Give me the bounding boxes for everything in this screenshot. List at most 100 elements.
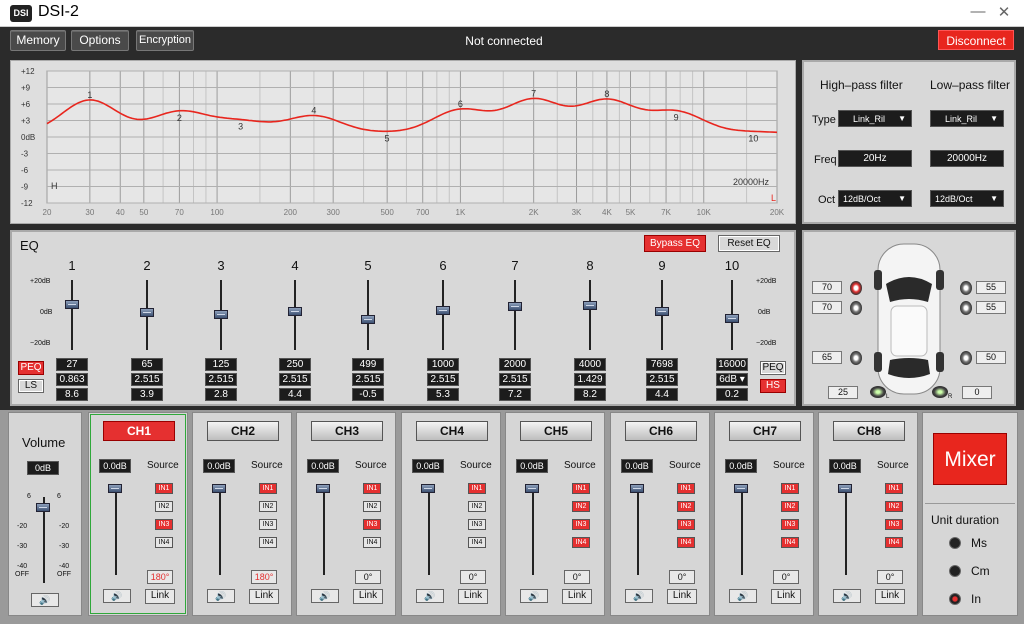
eq-band-q-field[interactable]: 2.515 (499, 373, 531, 386)
channel-gain-value[interactable]: 0.0dB (203, 459, 235, 473)
hp-type-select[interactable]: Link_Ril (838, 110, 912, 127)
eq-band-gain-slider[interactable] (436, 305, 450, 315)
input-in3-toggle[interactable]: IN3 (155, 519, 173, 530)
eq-band-gain-field[interactable]: 4.4 (279, 388, 311, 401)
volume-mute-icon[interactable]: 🔊 (31, 593, 59, 607)
eq-band-gain-slider[interactable] (508, 302, 522, 312)
input-in4-toggle[interactable]: IN4 (468, 537, 486, 548)
input-in2-toggle[interactable]: IN2 (363, 501, 381, 512)
channel-link-button[interactable]: Link (458, 589, 488, 604)
channel-gain-slider[interactable] (316, 484, 330, 493)
input-in4-toggle[interactable]: IN4 (155, 537, 173, 548)
channel-link-button[interactable]: Link (875, 589, 905, 604)
encryption-button[interactable]: Encryption (136, 30, 194, 51)
hp-freq-field[interactable]: 20Hz (838, 150, 912, 167)
input-in1-toggle[interactable]: IN1 (363, 483, 381, 494)
channel-mute-icon[interactable]: 🔊 (729, 589, 757, 603)
eq-band-q-field[interactable]: 2.515 (279, 373, 311, 386)
channel-gain-slider[interactable] (525, 484, 539, 493)
channel-gain-value[interactable]: 0.0dB (99, 459, 131, 473)
input-in1-toggle[interactable]: IN1 (781, 483, 799, 494)
input-in4-toggle[interactable]: IN4 (572, 537, 590, 548)
channel-mute-icon[interactable]: 🔊 (416, 589, 444, 603)
channel-mute-icon[interactable]: 🔊 (207, 589, 235, 603)
input-in3-toggle[interactable]: IN3 (363, 519, 381, 530)
eq-band-gain-slider[interactable] (725, 313, 739, 323)
disconnect-button[interactable]: Disconnect (938, 30, 1014, 50)
channel-link-button[interactable]: Link (249, 589, 279, 604)
eq-response-graph[interactable]: 20 30 40 50 70 100 200 300 500 700 1K 2K 3K 4K 5K 7K 10K… (10, 60, 796, 224)
bypass-eq-button[interactable]: Bypass EQ (644, 235, 706, 252)
input-in4-toggle[interactable]: IN4 (259, 537, 277, 548)
input-in3-toggle[interactable]: IN3 (572, 519, 590, 530)
unit-cm-radio[interactable] (949, 565, 961, 577)
input-in2-toggle[interactable]: IN2 (677, 501, 695, 512)
input-in2-toggle[interactable]: IN2 (468, 501, 486, 512)
channel-phase-button[interactable]: 0° (355, 570, 381, 584)
rear-left-value[interactable]: 65 (812, 351, 842, 364)
eq-band-freq-field[interactable]: 499 (352, 358, 384, 371)
input-in1-toggle[interactable]: IN1 (885, 483, 903, 494)
rear-right-value[interactable]: 50 (976, 351, 1006, 364)
speaker-fl-mid-icon[interactable] (850, 301, 862, 315)
channel-mute-icon[interactable]: 🔊 (833, 589, 861, 603)
eq-band-q-field[interactable]: 2.515 (205, 373, 237, 386)
channel-select-button[interactable]: CH2 (207, 421, 279, 441)
peq-right-button[interactable]: PEQ (760, 361, 786, 375)
eq-band-gain-field[interactable]: 0.2 (716, 388, 748, 401)
channel-select-button[interactable]: CH7 (729, 421, 801, 441)
eq-band-freq-field[interactable]: 1000 (427, 358, 459, 371)
front-right-2-value[interactable]: 55 (976, 301, 1006, 314)
eq-band-freq-field[interactable]: 250 (279, 358, 311, 371)
channel-gain-slider[interactable] (108, 484, 122, 493)
speaker-fr-tweeter-icon[interactable] (960, 281, 972, 295)
eq-band-gain-field[interactable]: 8.2 (574, 388, 606, 401)
sub-left-icon[interactable] (870, 386, 886, 398)
hp-oct-select[interactable]: 12dB/Oct (838, 190, 912, 207)
hs-button[interactable]: HS (760, 379, 786, 393)
eq-band-q-field[interactable]: 2.515 (427, 373, 459, 386)
channel-mute-icon[interactable]: 🔊 (103, 589, 131, 603)
channel-mute-icon[interactable]: 🔊 (520, 589, 548, 603)
channel-phase-button[interactable]: 180° (147, 570, 173, 584)
channel-phase-button[interactable]: 0° (877, 570, 903, 584)
channel-gain-value[interactable]: 0.0dB (307, 459, 339, 473)
close-icon[interactable]: ✕ (992, 3, 1016, 21)
input-in2-toggle[interactable]: IN2 (572, 501, 590, 512)
eq-band-q-field[interactable]: 2.515 (131, 373, 163, 386)
channel-gain-value[interactable]: 0.0dB (412, 459, 444, 473)
eq-band-freq-field[interactable]: 7698 (646, 358, 678, 371)
eq-band-gain-slider[interactable] (288, 306, 302, 316)
channel-phase-button[interactable]: 180° (251, 570, 277, 584)
channel-gain-value[interactable]: 0.0dB (829, 459, 861, 473)
channel-select-button[interactable]: CH5 (520, 421, 592, 441)
input-in4-toggle[interactable]: IN4 (677, 537, 695, 548)
sub-right-icon[interactable] (932, 386, 948, 398)
eq-band-gain-field[interactable]: 5.3 (427, 388, 459, 401)
channel-mute-icon[interactable]: 🔊 (311, 589, 339, 603)
channel-gain-slider[interactable] (734, 484, 748, 493)
input-in4-toggle[interactable]: IN4 (885, 537, 903, 548)
channel-phase-button[interactable]: 0° (773, 570, 799, 584)
input-in2-toggle[interactable]: IN2 (781, 501, 799, 512)
eq-band-gain-field[interactable]: -0.5 (352, 388, 384, 401)
eq-band-gain-field[interactable]: 8.6 (56, 388, 88, 401)
input-in2-toggle[interactable]: IN2 (885, 501, 903, 512)
memory-button[interactable]: Memory (10, 30, 66, 51)
channel-link-button[interactable]: Link (145, 589, 175, 604)
eq-band-freq-field[interactable]: 4000 (574, 358, 606, 371)
speaker-fl-tweeter-icon[interactable] (850, 281, 862, 295)
eq-band-gain-slider[interactable] (65, 300, 79, 310)
input-in1-toggle[interactable]: IN1 (155, 483, 173, 494)
eq-band-gain-field[interactable]: 3.9 (131, 388, 163, 401)
input-in4-toggle[interactable]: IN4 (781, 537, 799, 548)
eq-band-gain-slider[interactable] (583, 300, 597, 310)
channel-gain-value[interactable]: 0.0dB (725, 459, 757, 473)
eq-band-freq-field[interactable]: 27 (56, 358, 88, 371)
minimize-icon[interactable]: — (966, 3, 990, 20)
channel-link-button[interactable]: Link (771, 589, 801, 604)
channel-link-button[interactable]: Link (667, 589, 697, 604)
input-in3-toggle[interactable]: IN3 (885, 519, 903, 530)
input-in1-toggle[interactable]: IN1 (677, 483, 695, 494)
channel-phase-button[interactable]: 0° (564, 570, 590, 584)
